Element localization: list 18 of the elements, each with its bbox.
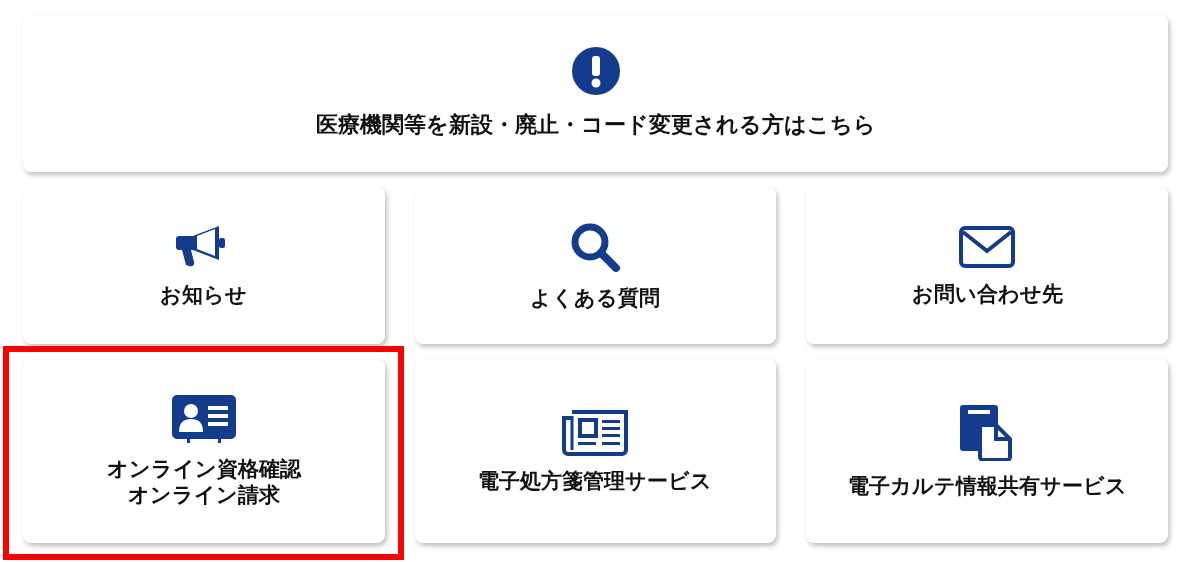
id-card-icon [170, 394, 237, 444]
card-label: お知らせ [160, 281, 248, 308]
newspaper-icon [562, 408, 629, 456]
card-label: 電子処方箋管理サービス [478, 468, 713, 494]
menu-card[interactable]: 電子カルテ情報共有サービス [806, 359, 1168, 543]
exclamation-icon [570, 46, 621, 96]
menu-card[interactable]: お問い合わせ先 [806, 187, 1168, 344]
menu-card[interactable]: オンライン資格確認 オンライン請求 [23, 359, 385, 543]
menu-card[interactable]: お知らせ [23, 187, 385, 344]
card-label: オンライン資格確認 [106, 456, 301, 482]
card-label: 電子カルテ情報共有サービス [847, 473, 1127, 499]
menu-card[interactable]: よくある質問 [414, 187, 777, 344]
card-label: オンライン請求 [127, 482, 280, 508]
notice-card[interactable]: 医療機関等を新設・廃止・コード変更される方はこちら [23, 15, 1168, 172]
card-label: よくある質問 [530, 284, 661, 311]
mail-icon [958, 224, 1017, 269]
card-label: お問い合わせ先 [911, 280, 1063, 307]
menu-card[interactable]: 電子処方箋管理サービス [414, 359, 777, 543]
